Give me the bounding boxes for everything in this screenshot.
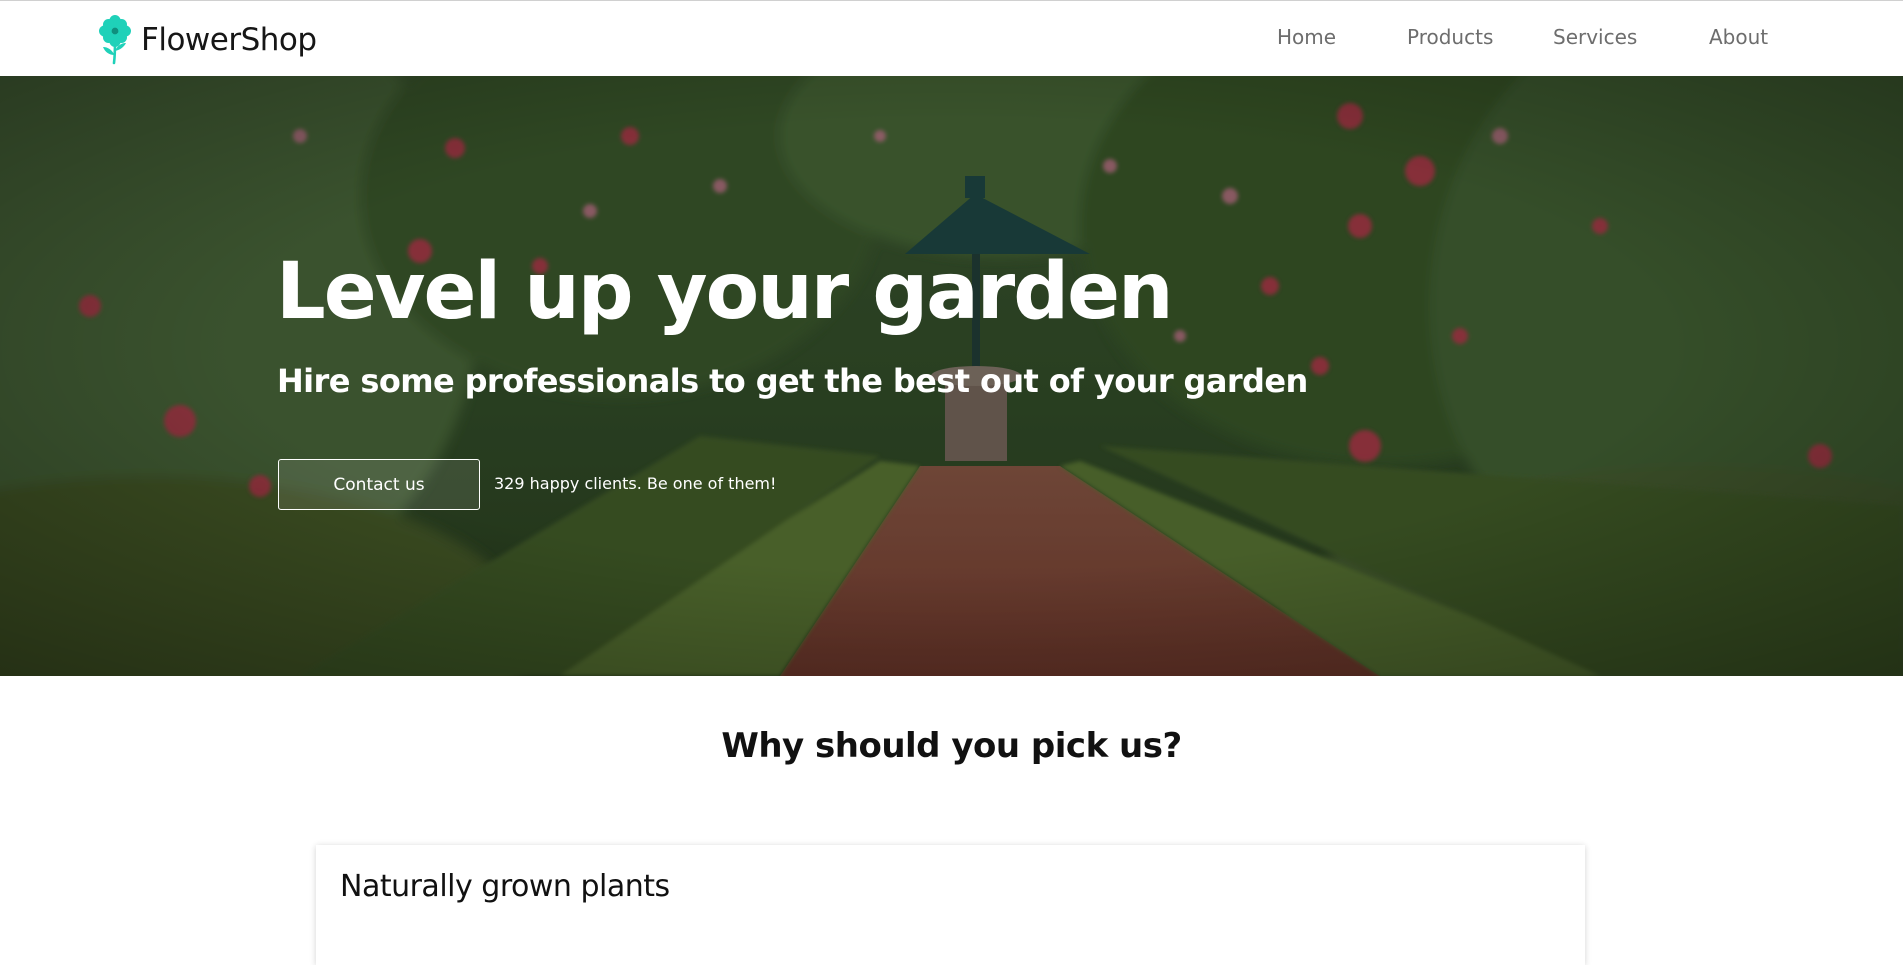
hero-title: Level up your garden [276,247,1174,337]
brand-name: FlowerShop [141,22,317,58]
feature-card-title: Naturally grown plants [340,869,670,904]
why-pick-us-heading: Why should you pick us? [721,726,1182,766]
nav-services[interactable]: Services [1553,25,1637,49]
hero-section: Level up your garden Hire some professio… [0,76,1903,676]
nav-home[interactable]: Home [1277,25,1336,49]
flower-icon [99,15,131,65]
happy-clients-note: 329 happy clients. Be one of them! [494,474,777,493]
brand[interactable]: FlowerShop [97,15,317,65]
nav-about[interactable]: About [1709,25,1768,49]
feature-card: Naturally grown plants [316,845,1585,965]
nav-products[interactable]: Products [1407,25,1493,49]
top-navbar: FlowerShop Home Products Services About [0,0,1903,76]
contact-us-button[interactable]: Contact us [278,459,480,510]
hero-subtitle: Hire some professionals to get the best … [277,362,1308,400]
